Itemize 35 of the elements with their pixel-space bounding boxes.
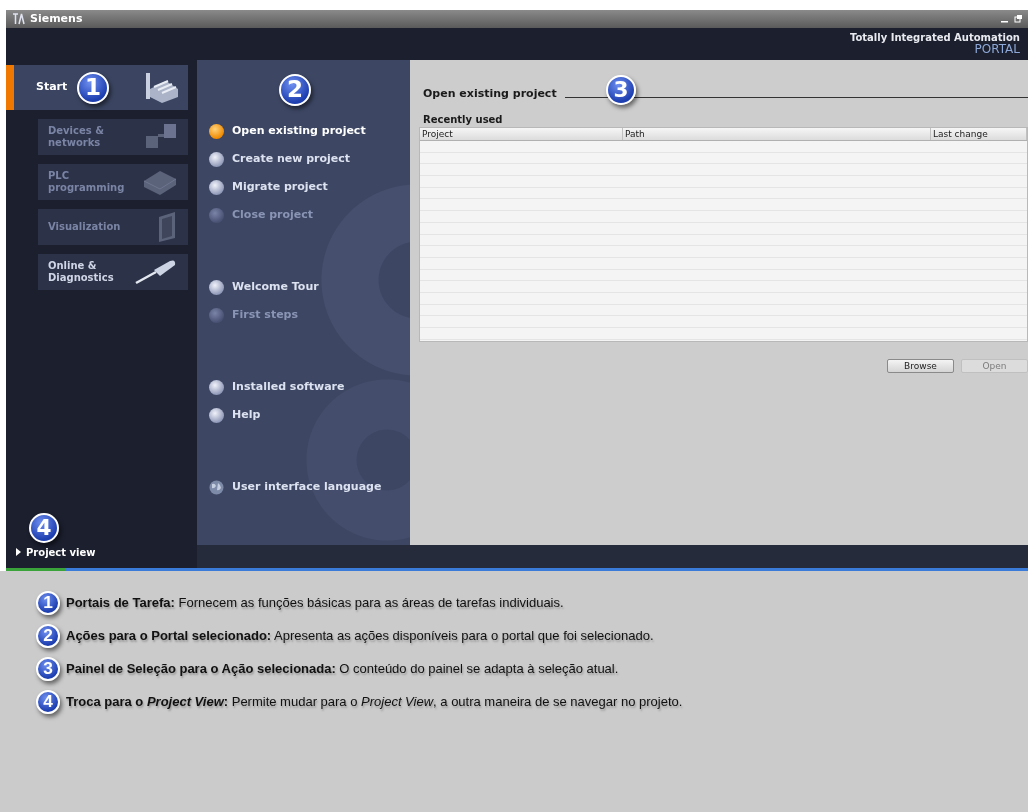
brand-title: Totally Integrated Automation: [849, 32, 1020, 43]
panel-icon: [156, 211, 178, 243]
globe-icon: [209, 479, 224, 495]
action-link[interactable]: Help: [209, 401, 410, 429]
action-link[interactable]: Open existing project: [209, 117, 410, 145]
action-link[interactable]: Installed software: [209, 373, 410, 401]
number-badge: 3: [36, 657, 60, 681]
brand-subtitle: PORTAL: [974, 43, 1020, 56]
portal-tab[interactable]: Online & Diagnostics: [38, 254, 188, 290]
factory-icon: [144, 70, 180, 105]
legend-text: Painel de Seleção para o Ação selecionada: O conteúdo do painel se adapta à seleção atual.: [66, 660, 619, 679]
screwdriver-icon: [134, 258, 178, 286]
number-badge: 4: [29, 513, 59, 543]
dialog-button[interactable]: Browse: [887, 359, 954, 373]
restore-icon[interactable]: [1014, 15, 1022, 23]
window-title: Siemens: [30, 10, 83, 27]
action-link[interactable]: User interface language: [209, 473, 410, 501]
legend-text: Troca para o Project View: Permite mudar para o Project View, a outra maneira de se navegar no projeto.: [66, 693, 683, 712]
number-badge: 4: [36, 690, 60, 714]
action-link[interactable]: Create new project: [209, 145, 410, 173]
number-badge: 2: [279, 74, 311, 106]
action-link[interactable]: Migrate project: [209, 173, 410, 201]
column-header[interactable]: Project: [420, 128, 623, 140]
action-link[interactable]: Welcome Tour: [209, 273, 410, 301]
column-header[interactable]: Last change: [931, 128, 1027, 140]
legend-text: Portais de Tarefa: Fornecem as funções básicas para as áreas de tarefas individuais.: [66, 594, 564, 613]
column-header[interactable]: Path: [623, 128, 931, 140]
legend-text: Ações para o Portal selecionado: Apresenta as ações disponíveis para o portal que foi selecionado.: [66, 627, 654, 646]
logo-icon: [12, 13, 25, 25]
caret-icon: [16, 548, 21, 556]
panel-title: Open existing project: [423, 85, 557, 102]
section-title: Recently used: [423, 113, 504, 127]
number-badge: 3: [606, 75, 636, 105]
number-badge: 1: [36, 591, 60, 615]
number-badge: 2: [36, 624, 60, 648]
